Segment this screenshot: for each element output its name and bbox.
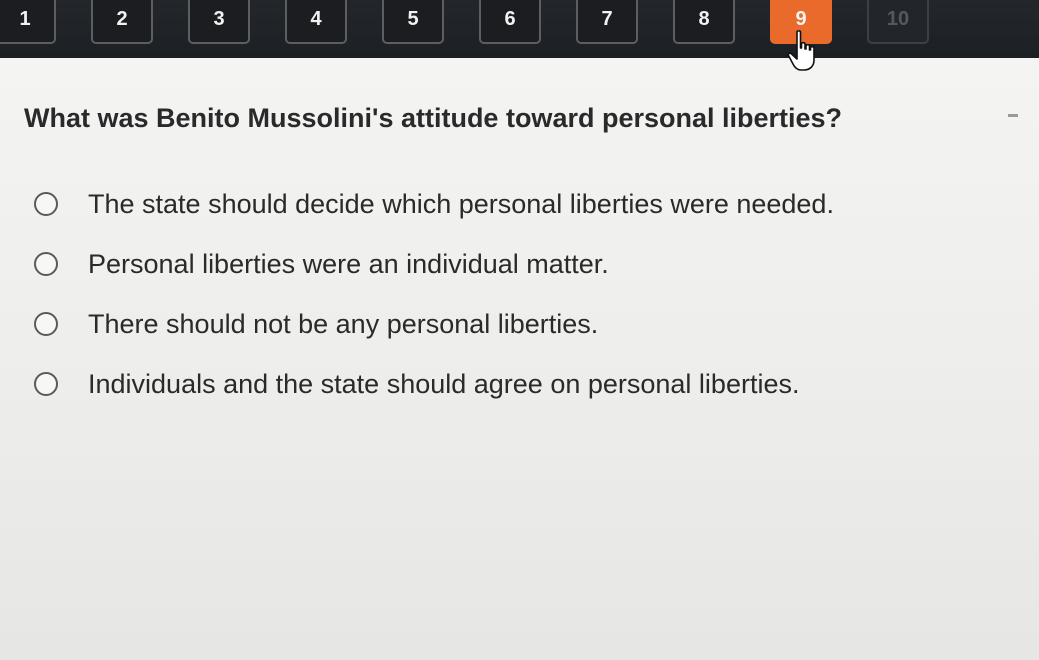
answer-label: There should not be any personal liberti… <box>88 309 599 339</box>
question-8-button[interactable]: 8 <box>673 0 735 44</box>
question-7-button[interactable]: 7 <box>576 0 638 44</box>
question-1-button[interactable]: 1 <box>0 0 56 44</box>
answer-label: The state should decide which personal l… <box>88 189 834 219</box>
question-2-button[interactable]: 2 <box>91 0 153 44</box>
question-5-button[interactable]: 5 <box>382 0 444 44</box>
answer-option-4[interactable]: Individuals and the state should agree o… <box>34 366 799 402</box>
answer-label: Individuals and the state should agree o… <box>88 369 800 399</box>
question-text: What was Benito Mussolini's attitude tow… <box>24 103 843 133</box>
question-panel: What was Benito Mussolini's attitude tow… <box>0 58 1039 660</box>
answer-option-2[interactable]: Personal liberties were an individual ma… <box>34 246 609 282</box>
radio-button[interactable] <box>34 312 58 336</box>
question-3-button[interactable]: 3 <box>188 0 250 44</box>
question-4-button[interactable]: 4 <box>285 0 347 44</box>
speaker-icon[interactable] <box>1008 114 1018 117</box>
question-6-button[interactable]: 6 <box>479 0 541 44</box>
radio-button[interactable] <box>34 252 58 276</box>
question-10-button: 10 <box>867 0 929 44</box>
hand-pointer-icon <box>787 30 815 71</box>
answer-option-3[interactable]: There should not be any personal liberti… <box>34 306 598 342</box>
answer-label: Personal liberties were an individual ma… <box>88 249 609 279</box>
question-navigation-bar: 1 2 3 4 5 6 7 8 9 10 <box>0 0 1039 58</box>
radio-button[interactable] <box>34 372 58 396</box>
radio-button[interactable] <box>34 192 58 216</box>
answer-option-1[interactable]: The state should decide which personal l… <box>34 186 834 222</box>
